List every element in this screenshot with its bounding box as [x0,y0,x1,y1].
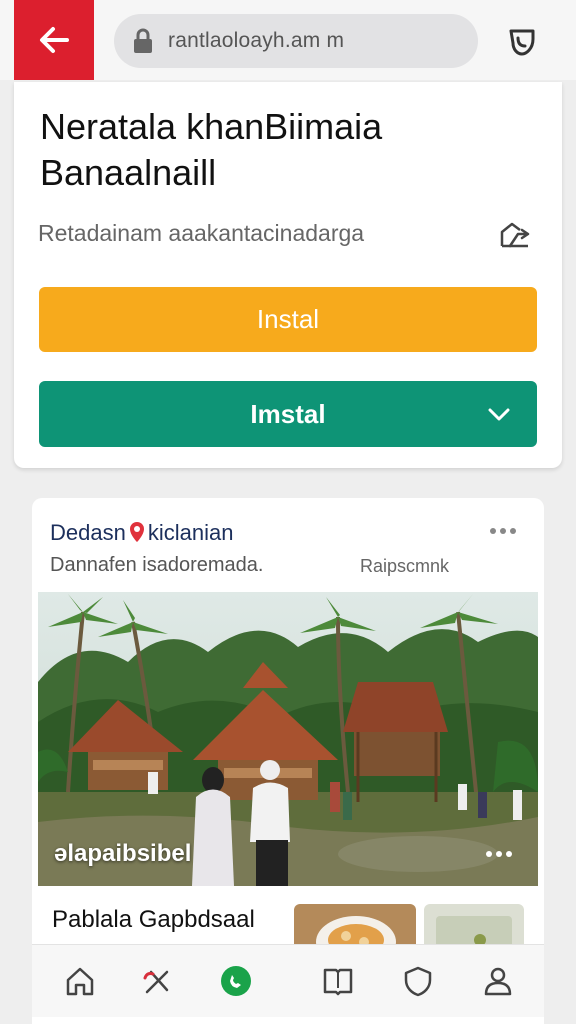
url-text: rantlaoloayh.am m [168,29,345,52]
whatsapp-icon [221,966,251,996]
install-button-secondary-label: Imstal [250,398,326,429]
post-description: Dannafen isadoremada. [50,554,264,576]
nav-profile[interactable] [476,959,520,1003]
photo-options-icon[interactable] [484,848,514,860]
app-info-card: Neratala khanBiimaia Banaalnaill Retadai… [14,82,562,468]
nav-shield[interactable] [396,959,440,1003]
post-photo[interactable]: əlapaibsibel [38,592,538,886]
tabs-button[interactable] [502,22,542,62]
back-button[interactable] [14,0,94,80]
location-pin-icon [129,522,144,542]
post-title[interactable]: Pablala Gapbdsaal [52,906,255,934]
install-button-secondary[interactable]: Imstal [39,381,537,447]
app-title-line2: Banaalnaill [40,152,217,193]
arrow-left-icon [40,27,69,53]
browser-toolbar: rantlaoloayh.am m [0,0,576,80]
install-button-primary[interactable]: Instal [39,287,537,352]
tools-icon [143,970,169,994]
book-icon [323,968,353,996]
tabs-icon [509,29,535,56]
more-options-icon[interactable] [488,524,518,538]
post-author-suffix: kiclanian [147,520,234,545]
app-title: Neratala khanBiimaia Banaalnaill [40,104,540,196]
app-title-line1: Neratala khanBiimaia [40,106,383,147]
nav-tools[interactable] [136,959,180,1003]
chevron-down-icon[interactable] [485,401,513,429]
address-bar[interactable]: rantlaoloayh.am m [114,14,478,68]
nav-home[interactable] [58,959,102,1003]
shield-icon [404,966,432,997]
post-tag[interactable]: Raipscmnk [360,556,449,577]
home-icon [66,967,94,996]
app-subtitle: Retadainam aaakan​tacinadarga [38,220,365,246]
profile-icon [484,967,512,996]
photo-caption: əlapaibsibel [54,840,192,867]
post-author[interactable]: Dedasn kiclanian [50,520,233,546]
share-icon[interactable] [498,218,534,250]
nav-whatsapp[interactable] [214,959,258,1003]
post-author-prefix: Dedasn [50,520,126,545]
nav-book[interactable] [316,959,360,1003]
lock-icon [132,28,154,54]
bottom-navigation [32,944,544,1017]
